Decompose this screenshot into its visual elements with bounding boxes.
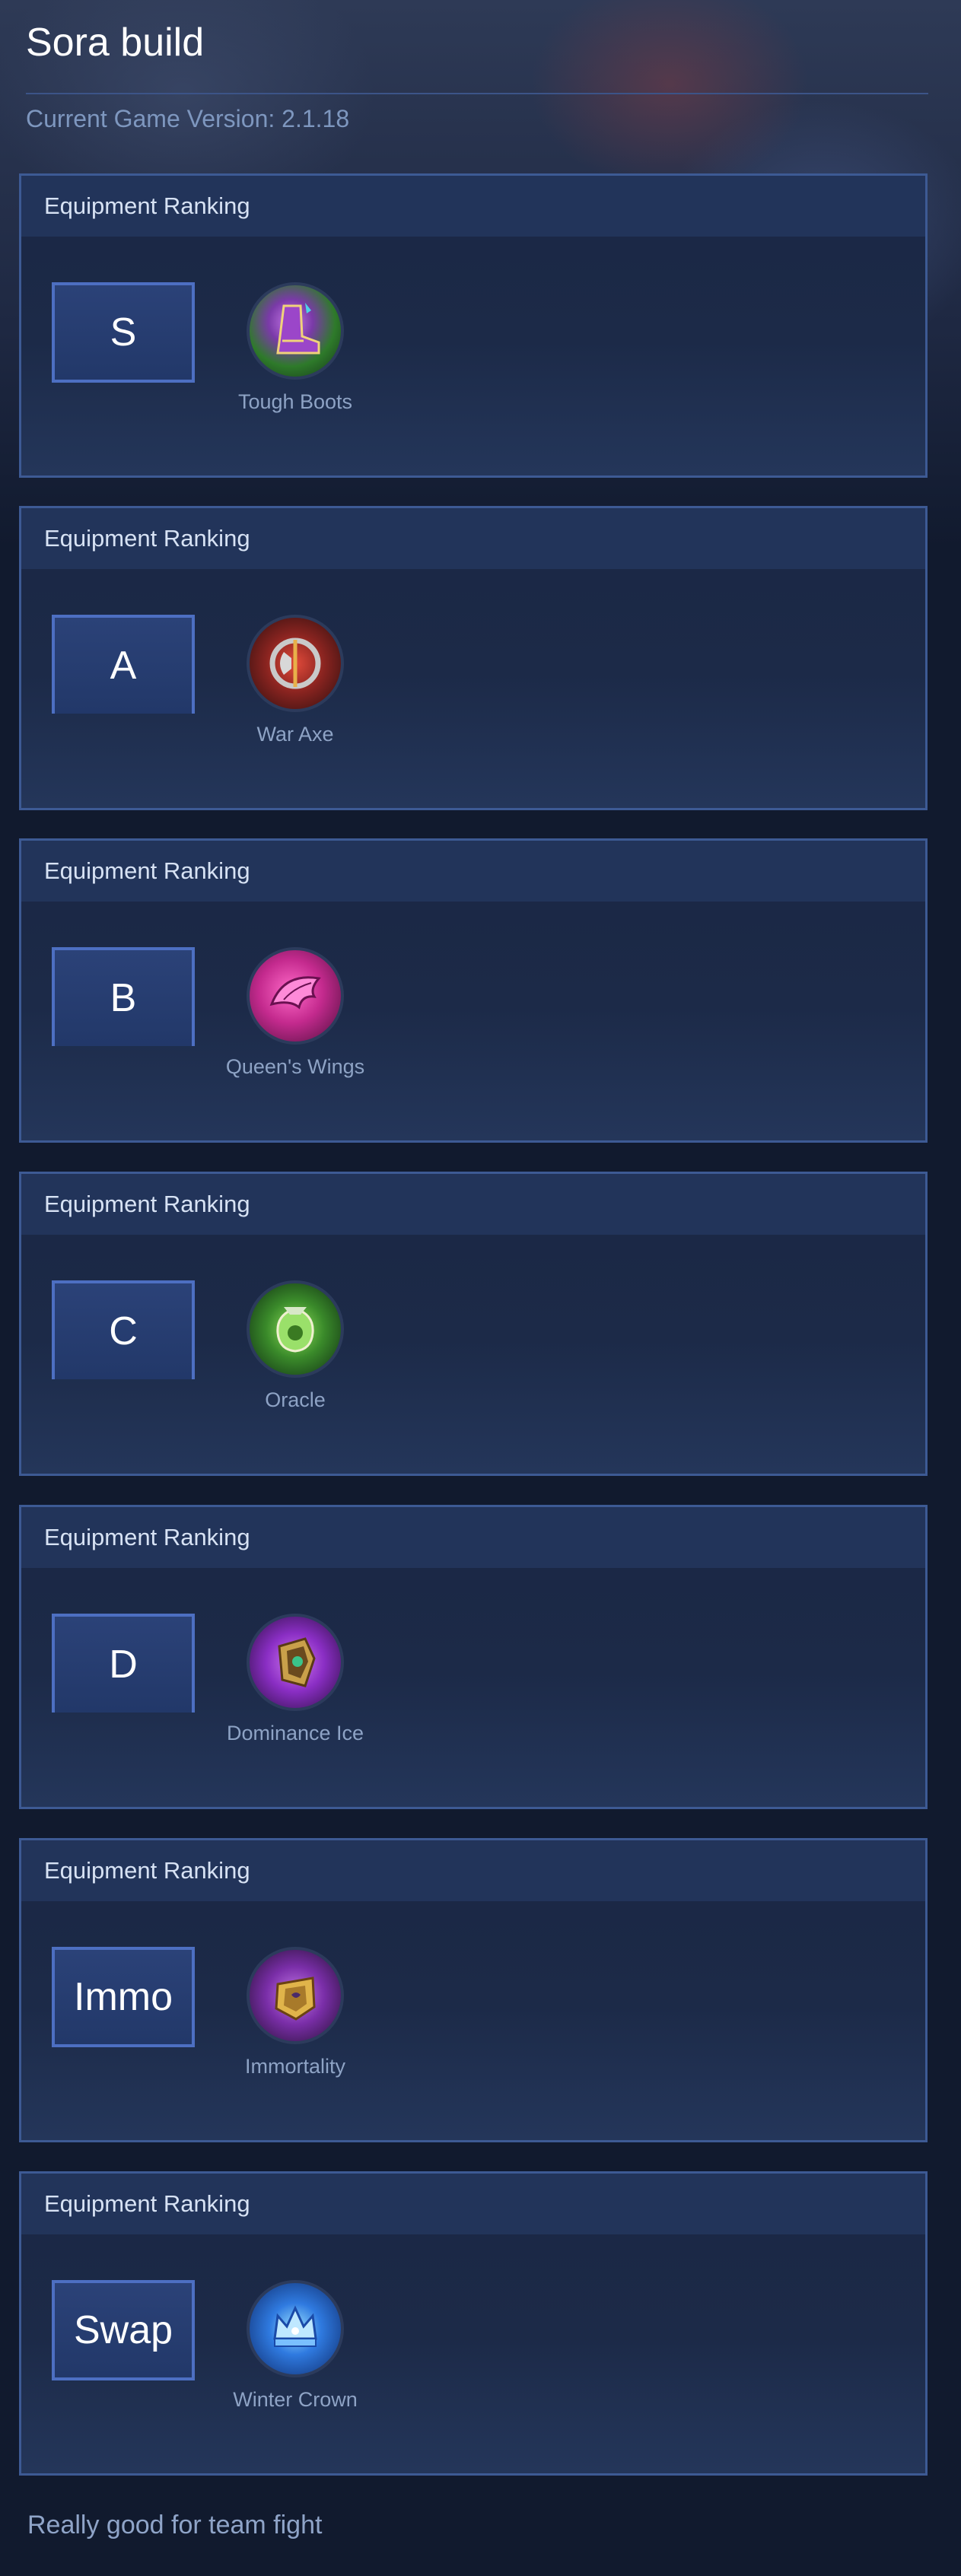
tier-badge: S (52, 282, 195, 383)
immortality-icon[interactable] (247, 1947, 344, 2044)
card-header: Equipment Ranking (21, 176, 925, 237)
build-note: Really good for team fight (27, 2511, 323, 2539)
dominance-ice-icon[interactable] (247, 1614, 344, 1711)
equipment-ranking-card: Equipment Ranking B Queen's Wings (19, 838, 928, 1143)
equipment-item[interactable]: Tough Boots (219, 282, 371, 414)
item-name: Immortality (244, 2055, 345, 2078)
card-header: Equipment Ranking (21, 841, 925, 902)
card-header: Equipment Ranking (21, 1507, 925, 1568)
item-name: War Axe (256, 723, 334, 746)
equipment-item[interactable]: Dominance Ice (219, 1614, 371, 1745)
equipment-ranking-card: Equipment Ranking A War Axe (19, 506, 928, 810)
card-header: Equipment Ranking (21, 2174, 925, 2234)
equipment-item[interactable]: Winter Crown (219, 2280, 371, 2412)
equipment-item[interactable]: Queen's Wings (219, 947, 371, 1079)
card-header: Equipment Ranking (21, 1174, 925, 1235)
equipment-ranking-card: Equipment Ranking S Tough Boots (19, 173, 928, 478)
tier-badge: A (52, 615, 195, 714)
winter-crown-icon[interactable] (247, 2280, 344, 2377)
tier-badge: D (52, 1614, 195, 1713)
tier-badge: B (52, 947, 195, 1046)
tough-boots-icon[interactable] (247, 282, 344, 380)
game-version: Current Game Version: 2.1.18 (26, 105, 350, 132)
tier-badge: C (52, 1280, 195, 1379)
equipment-item[interactable]: War Axe (219, 615, 371, 746)
equipment-ranking-card: Equipment Ranking Swap Winter Crown (19, 2171, 928, 2476)
item-name: Tough Boots (237, 390, 353, 413)
item-name: Winter Crown (233, 2388, 358, 2411)
equipment-ranking-card: Equipment Ranking D Dominance Ice (19, 1505, 928, 1809)
item-name: Oracle (265, 1388, 326, 1411)
tier-badge: Swap (52, 2280, 195, 2380)
card-header: Equipment Ranking (21, 508, 925, 569)
item-name: Queen's Wings (225, 1055, 365, 1078)
war-axe-icon[interactable] (247, 615, 344, 712)
equipment-ranking-card: Equipment Ranking Immo Immortality (19, 1838, 928, 2142)
title-divider (26, 93, 928, 94)
build-page: Sora build Current Game Version: 2.1.18 … (0, 0, 961, 2576)
item-name: Dominance Ice (226, 1722, 364, 1744)
equipment-ranking-card: Equipment Ranking C Oracle (19, 1172, 928, 1476)
equipment-item[interactable]: Immortality (219, 1947, 371, 2078)
oracle-icon[interactable] (247, 1280, 344, 1378)
card-header: Equipment Ranking (21, 1840, 925, 1901)
queens-wings-icon[interactable] (247, 947, 344, 1045)
page-title: Sora build (26, 21, 205, 65)
tier-badge: Immo (52, 1947, 195, 2047)
equipment-item[interactable]: Oracle (219, 1280, 371, 1412)
